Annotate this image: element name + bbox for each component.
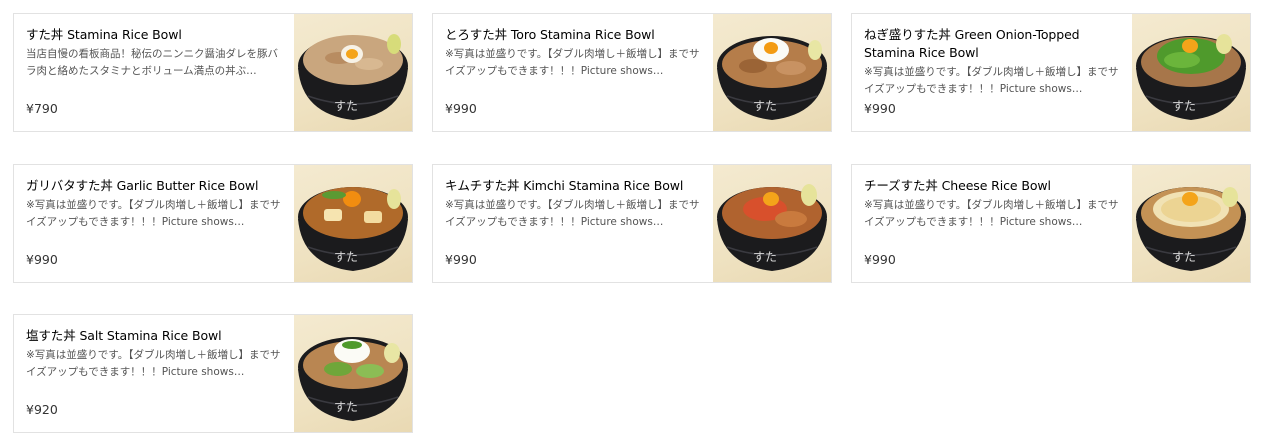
garlic-butter-rice-bowl-photo xyxy=(294,165,412,282)
menu-item-description: ※写真は並盛りです。【ダブル肉増し＋飯増し】までサイズアップもできます！！！Pi… xyxy=(445,199,700,228)
menu-item-description: ※写真は並盛りです。【ダブル肉増し＋飯増し】までサイズアップもできます！！！Pi… xyxy=(26,199,281,228)
menu-item-info: チーズすた丼 Cheese Rice Bowl ※写真は並盛りです。【ダブル肉増… xyxy=(864,177,1126,273)
menu-item-info: とろすた丼 Toro Stamina Rice Bowl ※写真は並盛りです。【… xyxy=(445,26,707,122)
menu-item-price: ¥990 xyxy=(864,101,896,116)
salt-stamina-rice-bowl-photo xyxy=(294,315,412,432)
menu-item-price: ¥990 xyxy=(445,252,477,267)
menu-item-title: 塩すた丼 Salt Stamina Rice Bowl xyxy=(26,328,222,343)
menu-item-info: 塩すた丼 Salt Stamina Rice Bowl ※写真は並盛りです。【ダ… xyxy=(26,327,288,423)
menu-item-description: ※写真は並盛りです。【ダブル肉増し＋飯増し】までサイズアップもできます！！！Pi… xyxy=(26,349,281,378)
stamina-rice-bowl-photo xyxy=(294,14,412,131)
menu-item-card[interactable]: すた丼 Stamina Rice Bowl 当店自慢の看板商品！秘伝のニンニク醤… xyxy=(13,13,413,132)
menu-item-price: ¥920 xyxy=(26,402,58,417)
menu-item-title: とろすた丼 Toro Stamina Rice Bowl xyxy=(445,27,655,42)
menu-item-card[interactable]: チーズすた丼 Cheese Rice Bowl ※写真は並盛りです。【ダブル肉増… xyxy=(851,164,1251,283)
menu-item-title: ガリバタすた丼 Garlic Butter Rice Bowl xyxy=(26,178,259,193)
cheese-rice-bowl-photo xyxy=(1132,165,1250,282)
menu-item-info: キムチすた丼 Kimchi Stamina Rice Bowl ※写真は並盛りで… xyxy=(445,177,707,273)
menu-item-title: チーズすた丼 Cheese Rice Bowl xyxy=(864,178,1051,193)
menu-item-card[interactable]: ガリバタすた丼 Garlic Butter Rice Bowl ※写真は並盛りで… xyxy=(13,164,413,283)
menu-item-card[interactable]: キムチすた丼 Kimchi Stamina Rice Bowl ※写真は並盛りで… xyxy=(432,164,832,283)
menu-item-card[interactable]: とろすた丼 Toro Stamina Rice Bowl ※写真は並盛りです。【… xyxy=(432,13,832,132)
menu-item-price: ¥990 xyxy=(445,101,477,116)
kimchi-stamina-rice-bowl-photo xyxy=(713,165,831,282)
menu-item-price: ¥990 xyxy=(26,252,58,267)
menu-item-description: ※写真は並盛りです。【ダブル肉増し＋飯増し】までサイズアップもできます！！！Pi… xyxy=(445,48,700,77)
toro-stamina-rice-bowl-photo xyxy=(713,14,831,131)
menu-item-info: すた丼 Stamina Rice Bowl 当店自慢の看板商品！秘伝のニンニク醤… xyxy=(26,26,288,122)
menu-item-card[interactable]: 塩すた丼 Salt Stamina Rice Bowl ※写真は並盛りです。【ダ… xyxy=(13,314,413,433)
menu-item-card[interactable]: ねぎ盛りすた丼 Green Onion-Topped Stamina Rice … xyxy=(851,13,1251,132)
menu-item-description: 当店自慢の看板商品！秘伝のニンニク醤油ダレを豚バラ肉と絡めたスタミナとボリューム… xyxy=(26,48,278,77)
menu-item-info: ねぎ盛りすた丼 Green Onion-Topped Stamina Rice … xyxy=(864,26,1126,122)
menu-item-description: ※写真は並盛りです。【ダブル肉増し＋飯増し】までサイズアップもできます！！！Pi… xyxy=(864,66,1119,95)
menu-item-title: ねぎ盛りすた丼 Green Onion-Topped Stamina Rice … xyxy=(864,27,1080,60)
menu-item-info: ガリバタすた丼 Garlic Butter Rice Bowl ※写真は並盛りで… xyxy=(26,177,288,273)
menu-item-price: ¥990 xyxy=(864,252,896,267)
menu-item-description: ※写真は並盛りです。【ダブル肉増し＋飯増し】までサイズアップもできます！！！Pi… xyxy=(864,199,1119,228)
menu-grid: すた丼 Stamina Rice Bowl 当店自慢の看板商品！秘伝のニンニク醤… xyxy=(0,0,1272,445)
menu-item-price: ¥790 xyxy=(26,101,58,116)
menu-item-title: すた丼 Stamina Rice Bowl xyxy=(26,27,182,42)
green-onion-stamina-rice-bowl-photo xyxy=(1132,14,1250,131)
menu-item-title: キムチすた丼 Kimchi Stamina Rice Bowl xyxy=(445,178,684,193)
